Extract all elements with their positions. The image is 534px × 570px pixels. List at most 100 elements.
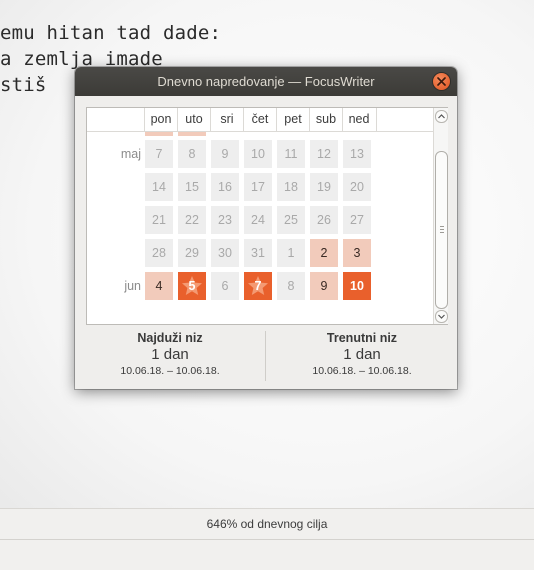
current-streak: Trenutni niz 1 dan 10.06.18. – 10.06.18.: [267, 329, 457, 377]
calendar-day[interactable]: 25: [277, 206, 305, 234]
day-number: 15: [185, 180, 199, 194]
arrow-up-icon: [438, 114, 445, 119]
calendar-day[interactable]: 23: [211, 206, 239, 234]
calendar-day[interactable]: 10: [343, 272, 371, 300]
bottom-bar: [0, 540, 534, 570]
weekday-header: pet: [276, 108, 309, 131]
day-number: 12: [317, 147, 331, 161]
calendar-day[interactable]: 24: [244, 206, 272, 234]
calendar-day[interactable]: 9: [211, 140, 239, 168]
calendar-day[interactable]: 13: [343, 140, 371, 168]
grip-line: [440, 226, 444, 227]
day-number: 9: [320, 279, 328, 293]
month-column-header: [87, 108, 143, 131]
scroll-down-button[interactable]: [435, 310, 448, 323]
calendar-day[interactable]: 8: [178, 140, 206, 168]
scroll-up-button[interactable]: [435, 110, 448, 123]
previous-week-peek: [178, 132, 206, 136]
calendar-day[interactable]: 3: [343, 239, 371, 267]
longest-streak: Najduži niz 1 dan 10.06.18. – 10.06.18.: [75, 329, 265, 377]
day-number: 26: [317, 213, 331, 227]
calendar-day[interactable]: 16: [211, 173, 239, 201]
dialog-titlebar[interactable]: Dnevno napredovanje — FocusWriter: [75, 67, 457, 96]
calendar-day[interactable]: 30: [211, 239, 239, 267]
calendar-day[interactable]: 31: [244, 239, 272, 267]
day-number: 10: [251, 147, 265, 161]
calendar-day[interactable]: 17: [244, 173, 272, 201]
month-label: maj: [120, 147, 141, 161]
weekday-header: ned: [342, 108, 375, 131]
current-streak-value: 1 dan: [343, 346, 381, 363]
calendar-day[interactable]: 29: [178, 239, 206, 267]
day-number: 2: [320, 246, 328, 260]
calendar-day[interactable]: 4: [145, 272, 173, 300]
calendar-day[interactable]: 11: [277, 140, 305, 168]
day-number: 3: [353, 246, 361, 260]
day-number: 29: [185, 246, 199, 260]
day-number: 23: [218, 213, 232, 227]
day-number: 16: [218, 180, 232, 194]
calendar-day[interactable]: 9: [310, 272, 338, 300]
dialog-title: Dnevno napredovanje — FocusWriter: [157, 74, 375, 89]
scroll-thumb[interactable]: [435, 151, 448, 309]
calendar-day[interactable]: 15: [178, 173, 206, 201]
day-number: 7: [254, 279, 262, 293]
calendar-day[interactable]: 26: [310, 206, 338, 234]
current-streak-title: Trenutni niz: [326, 331, 398, 345]
calendar-day[interactable]: 22: [178, 206, 206, 234]
calendar-scrollbar[interactable]: [433, 108, 448, 324]
day-number: 8: [188, 147, 196, 161]
close-icon: [437, 77, 446, 86]
calendar-day[interactable]: 5: [178, 272, 206, 300]
day-number: 17: [251, 180, 265, 194]
current-streak-range: 10.06.18. – 10.06.18.: [312, 365, 412, 377]
day-number: 21: [152, 213, 166, 227]
stats-divider: [265, 331, 266, 381]
day-number: 25: [284, 213, 298, 227]
arrow-down-icon: [438, 314, 445, 319]
day-number: 6: [221, 279, 229, 293]
day-number: 1: [287, 246, 295, 260]
close-button[interactable]: [433, 73, 450, 90]
longest-streak-value: 1 dan: [151, 346, 189, 363]
weekday-header: čet: [243, 108, 276, 131]
day-number: 22: [185, 213, 199, 227]
calendar-day[interactable]: 7: [244, 272, 272, 300]
day-number: 8: [287, 279, 295, 293]
daily-progress-dialog: Dnevno napredovanje — FocusWriter pon uto…: [75, 67, 457, 389]
day-number: 18: [284, 180, 298, 194]
calendar-header: pon uto sri čet pet sub ned: [87, 108, 433, 132]
day-number: 10: [350, 279, 364, 293]
calendar-day[interactable]: 14: [145, 173, 173, 201]
calendar-day[interactable]: 1: [277, 239, 305, 267]
day-number: 13: [350, 147, 364, 161]
month-label: jun: [124, 279, 141, 293]
status-bar: 646% od dnevnog cilja: [0, 508, 534, 540]
calendar-day[interactable]: 18: [277, 173, 305, 201]
calendar-day[interactable]: 2: [310, 239, 338, 267]
grip-line: [440, 229, 444, 230]
calendar-day[interactable]: 19: [310, 173, 338, 201]
editor-line: emu hitan tad dade:: [0, 22, 222, 44]
day-number: 27: [350, 213, 364, 227]
calendar-body[interactable]: maj 7 8 9 10 11 12 13 14 15 16 17 18 19 20 21 22 23 24 25 26…: [87, 132, 433, 324]
calendar-day[interactable]: 27: [343, 206, 371, 234]
calendar-day[interactable]: 10: [244, 140, 272, 168]
day-number: 31: [251, 246, 265, 260]
day-number: 11: [284, 147, 298, 161]
calendar-day[interactable]: 20: [343, 173, 371, 201]
header-end-divider: [376, 108, 378, 131]
calendar[interactable]: pon uto sri čet pet sub ned maj 7 8 9 10 11 12 13 14 15…: [86, 107, 448, 325]
grip-line: [440, 232, 444, 233]
calendar-day[interactable]: 28: [145, 239, 173, 267]
calendar-day[interactable]: 12: [310, 140, 338, 168]
daily-goal-status: 646% od dnevnog cilja: [206, 517, 328, 531]
calendar-day[interactable]: 7: [145, 140, 173, 168]
day-number: 20: [350, 180, 364, 194]
day-number: 9: [221, 147, 229, 161]
day-number: 30: [218, 246, 232, 260]
calendar-day[interactable]: 6: [211, 272, 239, 300]
calendar-day[interactable]: 8: [277, 272, 305, 300]
calendar-day[interactable]: 21: [145, 206, 173, 234]
day-number: 7: [155, 147, 163, 161]
